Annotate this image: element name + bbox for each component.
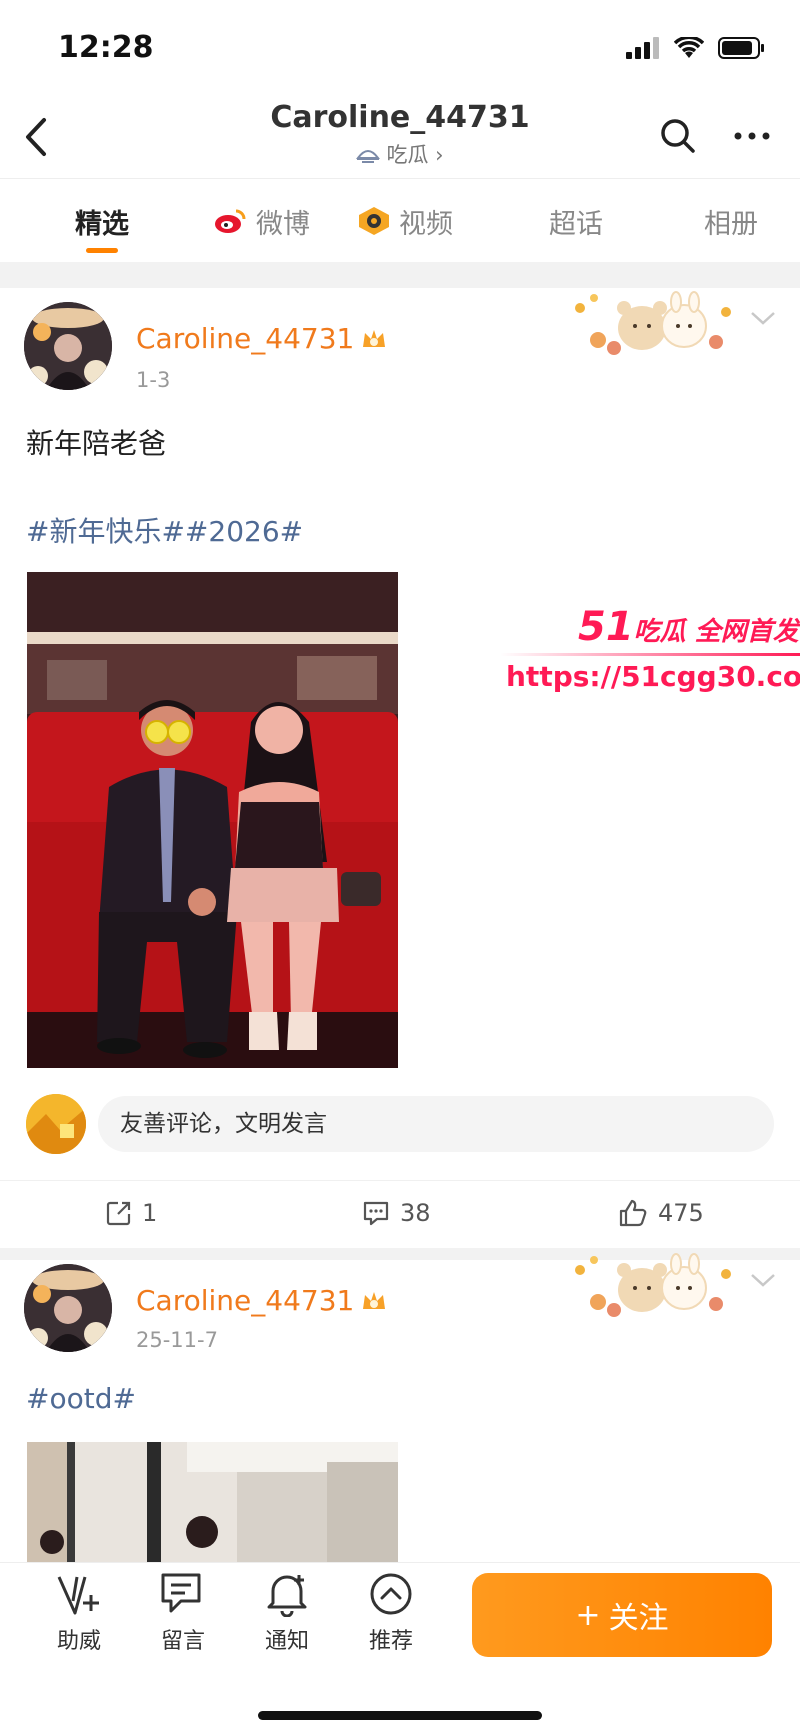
status-time: 12:28 (58, 30, 154, 65)
profile-category-label: 吃瓜 › (386, 143, 444, 167)
avatar[interactable] (24, 302, 112, 390)
author-name: Caroline_44731 (136, 322, 355, 355)
like-count: 475 (658, 1199, 704, 1227)
weibo-icon (215, 209, 246, 233)
cheer-icon (57, 1576, 99, 1615)
nav-header: Caroline_44731 吃瓜 › (0, 96, 800, 178)
section-divider (0, 262, 800, 288)
comment-button[interactable]: 38 (362, 1181, 431, 1245)
notify-button[interactable]: 通知 (242, 1571, 332, 1655)
tab-label: 视频 (399, 208, 453, 240)
watermark-url: https://51cgg30.com (506, 660, 800, 693)
cellular-signal-icon (626, 37, 659, 59)
post-text: 新年陪老爸 (26, 427, 167, 460)
search-icon[interactable] (658, 116, 698, 156)
profile-tabs: 精选 微博 视频 超话 相册 (0, 178, 800, 262)
recommend-label: 推荐 (368, 1629, 413, 1654)
wifi-icon (674, 37, 704, 58)
message-icon (161, 1573, 201, 1613)
watermark-title: 51吃瓜 全网首发 (578, 604, 799, 650)
avatar[interactable] (24, 1264, 112, 1352)
message-button[interactable]: 留言 (138, 1571, 228, 1655)
post-dropdown-chevron-icon[interactable] (748, 1270, 778, 1290)
post-photo[interactable] (27, 572, 398, 1068)
status-icons (626, 36, 766, 60)
recommend-button[interactable]: 推荐 (346, 1571, 436, 1655)
bell-icon (267, 1575, 307, 1617)
post-card: Caroline_44731 25-11-7 #ootd# (0, 1253, 800, 1562)
repost-count: 1 (142, 1199, 158, 1227)
video-icon (359, 207, 389, 235)
home-indicator[interactable] (258, 1711, 542, 1720)
post-photo[interactable] (27, 1442, 398, 1562)
tab-label: 相册 (704, 208, 758, 240)
recommend-icon (370, 1573, 412, 1615)
watermark-brand: 51 (578, 604, 634, 650)
follow-button[interactable]: + 关注 (472, 1573, 772, 1657)
comment-icon (363, 1201, 389, 1226)
repost-icon (106, 1201, 131, 1226)
post-topic-tags[interactable]: #新年快乐##2026# (26, 510, 303, 550)
post-dropdown-chevron-icon[interactable] (748, 308, 778, 328)
card-decoration-bears (575, 291, 731, 355)
tab-weibo[interactable]: 微博 (204, 179, 320, 263)
tab-super-topic[interactable]: 超话 (490, 179, 662, 263)
card-decoration-bears (575, 1253, 731, 1317)
melon-icon (356, 150, 381, 163)
post-author[interactable]: Caroline_44731 (136, 322, 388, 355)
thumbs-up-icon (619, 1199, 647, 1227)
follow-plus: + (575, 1597, 601, 1633)
tab-album[interactable]: 相册 (662, 179, 800, 263)
comment-bar (0, 1088, 800, 1158)
more-options-icon[interactable] (730, 116, 774, 156)
message-label: 留言 (160, 1629, 205, 1654)
post-author[interactable]: Caroline_44731 (136, 1284, 388, 1317)
viewer-avatar (26, 1094, 86, 1154)
post-topic-tags[interactable]: #ootd# (26, 1382, 136, 1415)
active-tab-indicator (86, 248, 118, 253)
comment-count: 38 (400, 1199, 431, 1227)
author-name: Caroline_44731 (136, 1284, 355, 1317)
cheer-button[interactable]: 助威 (34, 1571, 124, 1655)
status-bar: 12:28 (0, 0, 800, 96)
post-card: Caroline_44731 1-3 新年陪老爸 #新年快乐##2026# 友善… (0, 288, 800, 1248)
watermark-underline (500, 653, 800, 656)
tab-label: 微博 (256, 208, 310, 240)
bottom-action-bar: 助威 留言 通知 推荐 + 关注 (0, 1562, 800, 1732)
vip-crown-icon (363, 329, 386, 347)
comment-input[interactable] (98, 1096, 774, 1152)
like-button[interactable]: 475 (618, 1181, 704, 1245)
post-actions: 1 38 475 (0, 1180, 800, 1244)
tab-label: 超话 (549, 208, 603, 240)
notify-label: 通知 (264, 1629, 309, 1654)
post-timestamp: 25-11-7 (136, 1328, 218, 1352)
tab-video[interactable]: 视频 (320, 179, 490, 263)
cheer-label: 助威 (56, 1629, 101, 1654)
tab-label: 精选 (75, 208, 129, 240)
tab-featured[interactable]: 精选 (0, 179, 204, 263)
profile-category-link[interactable]: 吃瓜 › (356, 139, 444, 169)
post-timestamp: 1-3 (136, 368, 171, 392)
follow-label: 关注 (608, 1601, 669, 1636)
battery-icon (718, 37, 764, 59)
watermark-title-text: 吃瓜 全网首发 (633, 617, 799, 647)
vip-crown-icon (363, 1291, 386, 1309)
repost-button[interactable]: 1 (106, 1181, 157, 1245)
